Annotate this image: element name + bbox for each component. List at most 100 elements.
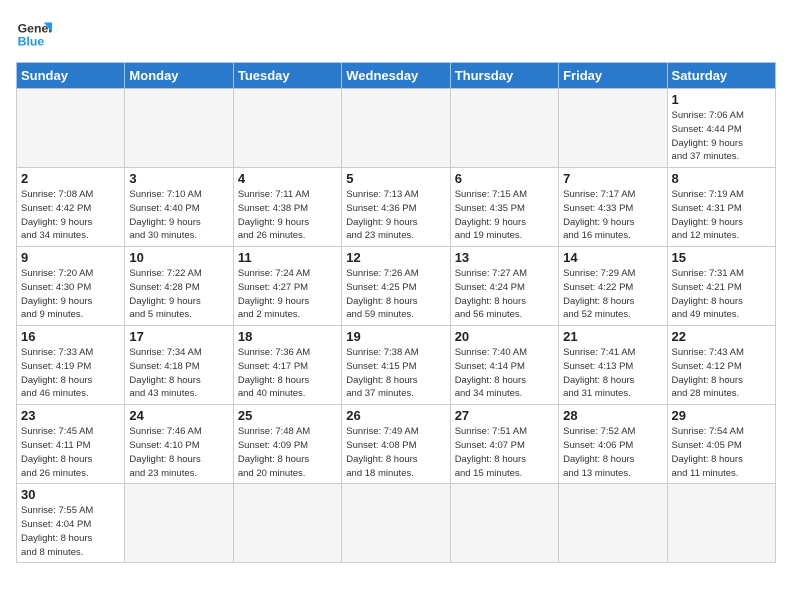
day-cell: [125, 89, 233, 168]
day-cell: 26 Sunrise: 7:49 AMSunset: 4:08 PMDayligh…: [342, 405, 450, 484]
day-cell: 3 Sunrise: 7:10 AMSunset: 4:40 PMDaylight…: [125, 168, 233, 247]
day-info: Sunrise: 7:10 AMSunset: 4:40 PMDaylight:…: [129, 188, 228, 243]
calendar-header-row: SundayMondayTuesdayWednesdayThursdayFrid…: [17, 63, 776, 89]
day-cell: 10 Sunrise: 7:22 AMSunset: 4:28 PMDayligh…: [125, 247, 233, 326]
day-cell: 25Sunrise: 7:48 AMSunset: 4:09 PMDayligh…: [233, 405, 341, 484]
day-cell: 28 Sunrise: 7:52 AMSunset: 4:06 PMDayligh…: [559, 405, 667, 484]
day-cell: 12 Sunrise: 7:26 AMSunset: 4:25 PMDayligh…: [342, 247, 450, 326]
day-number: 1: [672, 92, 771, 107]
day-number: 11: [238, 250, 337, 265]
day-number: 17: [129, 329, 228, 344]
day-info: Sunrise: 7:34 AMSunset: 4:18 PMDaylight:…: [129, 346, 228, 401]
day-number: 30: [21, 487, 120, 502]
header-day-saturday: Saturday: [667, 63, 775, 89]
day-cell: 11Sunrise: 7:24 AMSunset: 4:27 PMDayligh…: [233, 247, 341, 326]
day-info: Sunrise: 7:54 AMSunset: 4:05 PMDaylight:…: [672, 425, 771, 480]
day-info: Sunrise: 7:46 AMSunset: 4:10 PMDaylight:…: [129, 425, 228, 480]
day-number: 10: [129, 250, 228, 265]
day-cell: 5Sunrise: 7:13 AMSunset: 4:36 PMDaylight…: [342, 168, 450, 247]
day-number: 25: [238, 408, 337, 423]
week-row-5: 30 Sunrise: 7:55 AMSunset: 4:04 PMDayligh…: [17, 484, 776, 563]
day-cell: [450, 484, 558, 563]
day-number: 26: [346, 408, 445, 423]
header-day-monday: Monday: [125, 63, 233, 89]
day-cell: 13Sunrise: 7:27 AMSunset: 4:24 PMDayligh…: [450, 247, 558, 326]
header-day-thursday: Thursday: [450, 63, 558, 89]
day-number: 2: [21, 171, 120, 186]
day-info: Sunrise: 7:15 AMSunset: 4:35 PMDaylight:…: [455, 188, 554, 243]
day-number: 22: [672, 329, 771, 344]
header-day-sunday: Sunday: [17, 63, 125, 89]
day-info: Sunrise: 7:22 AMSunset: 4:28 PMDaylight:…: [129, 267, 228, 322]
day-info: Sunrise: 7:33 AMSunset: 4:19 PMDaylight:…: [21, 346, 120, 401]
day-info: Sunrise: 7:36 AMSunset: 4:17 PMDaylight:…: [238, 346, 337, 401]
day-number: 12: [346, 250, 445, 265]
week-row-4: 23 Sunrise: 7:45 AMSunset: 4:11 PMDayligh…: [17, 405, 776, 484]
day-cell: 1 Sunrise: 7:06 AMSunset: 4:44 PMDaylight…: [667, 89, 775, 168]
day-cell: [450, 89, 558, 168]
day-info: Sunrise: 7:40 AMSunset: 4:14 PMDaylight:…: [455, 346, 554, 401]
day-number: 29: [672, 408, 771, 423]
day-info: Sunrise: 7:41 AMSunset: 4:13 PMDaylight:…: [563, 346, 662, 401]
day-cell: 29 Sunrise: 7:54 AMSunset: 4:05 PMDayligh…: [667, 405, 775, 484]
day-cell: 15 Sunrise: 7:31 AMSunset: 4:21 PMDayligh…: [667, 247, 775, 326]
day-cell: 8Sunrise: 7:19 AMSunset: 4:31 PMDaylight…: [667, 168, 775, 247]
day-number: 8: [672, 171, 771, 186]
week-row-0: 1 Sunrise: 7:06 AMSunset: 4:44 PMDaylight…: [17, 89, 776, 168]
day-cell: [342, 484, 450, 563]
day-cell: 4 Sunrise: 7:11 AMSunset: 4:38 PMDaylight…: [233, 168, 341, 247]
day-number: 20: [455, 329, 554, 344]
day-cell: 20 Sunrise: 7:40 AMSunset: 4:14 PMDayligh…: [450, 326, 558, 405]
day-cell: [233, 89, 341, 168]
day-number: 23: [21, 408, 120, 423]
day-cell: [342, 89, 450, 168]
day-info: Sunrise: 7:13 AMSunset: 4:36 PMDaylight:…: [346, 188, 445, 243]
week-row-2: 9Sunrise: 7:20 AMSunset: 4:30 PMDaylight…: [17, 247, 776, 326]
day-cell: 18 Sunrise: 7:36 AMSunset: 4:17 PMDayligh…: [233, 326, 341, 405]
day-cell: 22Sunrise: 7:43 AMSunset: 4:12 PMDayligh…: [667, 326, 775, 405]
day-info: Sunrise: 7:26 AMSunset: 4:25 PMDaylight:…: [346, 267, 445, 322]
day-number: 16: [21, 329, 120, 344]
day-cell: 2 Sunrise: 7:08 AMSunset: 4:42 PMDaylight…: [17, 168, 125, 247]
day-info: Sunrise: 7:20 AMSunset: 4:30 PMDaylight:…: [21, 267, 120, 322]
day-number: 4: [238, 171, 337, 186]
day-info: Sunrise: 7:06 AMSunset: 4:44 PMDaylight:…: [672, 109, 771, 164]
day-number: 15: [672, 250, 771, 265]
day-info: Sunrise: 7:52 AMSunset: 4:06 PMDaylight:…: [563, 425, 662, 480]
day-cell: [125, 484, 233, 563]
day-cell: [233, 484, 341, 563]
day-info: Sunrise: 7:08 AMSunset: 4:42 PMDaylight:…: [21, 188, 120, 243]
day-number: 18: [238, 329, 337, 344]
day-cell: 9Sunrise: 7:20 AMSunset: 4:30 PMDaylight…: [17, 247, 125, 326]
day-cell: 17 Sunrise: 7:34 AMSunset: 4:18 PMDayligh…: [125, 326, 233, 405]
header: General Blue: [16, 16, 776, 52]
day-number: 19: [346, 329, 445, 344]
generalblue-logo-icon: General Blue: [16, 16, 52, 52]
day-cell: 7Sunrise: 7:17 AMSunset: 4:33 PMDaylight…: [559, 168, 667, 247]
day-info: Sunrise: 7:17 AMSunset: 4:33 PMDaylight:…: [563, 188, 662, 243]
day-info: Sunrise: 7:55 AMSunset: 4:04 PMDaylight:…: [21, 504, 120, 559]
day-info: Sunrise: 7:49 AMSunset: 4:08 PMDaylight:…: [346, 425, 445, 480]
day-number: 28: [563, 408, 662, 423]
header-day-tuesday: Tuesday: [233, 63, 341, 89]
day-cell: [559, 89, 667, 168]
day-info: Sunrise: 7:29 AMSunset: 4:22 PMDaylight:…: [563, 267, 662, 322]
calendar-table: SundayMondayTuesdayWednesdayThursdayFrid…: [16, 62, 776, 563]
day-number: 21: [563, 329, 662, 344]
day-info: Sunrise: 7:45 AMSunset: 4:11 PMDaylight:…: [21, 425, 120, 480]
day-cell: 19Sunrise: 7:38 AMSunset: 4:15 PMDayligh…: [342, 326, 450, 405]
day-cell: [559, 484, 667, 563]
day-number: 13: [455, 250, 554, 265]
day-cell: 21 Sunrise: 7:41 AMSunset: 4:13 PMDayligh…: [559, 326, 667, 405]
day-cell: 23 Sunrise: 7:45 AMSunset: 4:11 PMDayligh…: [17, 405, 125, 484]
day-cell: 24Sunrise: 7:46 AMSunset: 4:10 PMDayligh…: [125, 405, 233, 484]
day-number: 3: [129, 171, 228, 186]
day-cell: [667, 484, 775, 563]
logo: General Blue: [16, 16, 52, 52]
day-number: 27: [455, 408, 554, 423]
day-cell: 30 Sunrise: 7:55 AMSunset: 4:04 PMDayligh…: [17, 484, 125, 563]
day-info: Sunrise: 7:31 AMSunset: 4:21 PMDaylight:…: [672, 267, 771, 322]
day-info: Sunrise: 7:11 AMSunset: 4:38 PMDaylight:…: [238, 188, 337, 243]
page: General Blue SundayMondayTuesdayWednesda…: [0, 0, 792, 612]
day-cell: 6Sunrise: 7:15 AMSunset: 4:35 PMDaylight…: [450, 168, 558, 247]
